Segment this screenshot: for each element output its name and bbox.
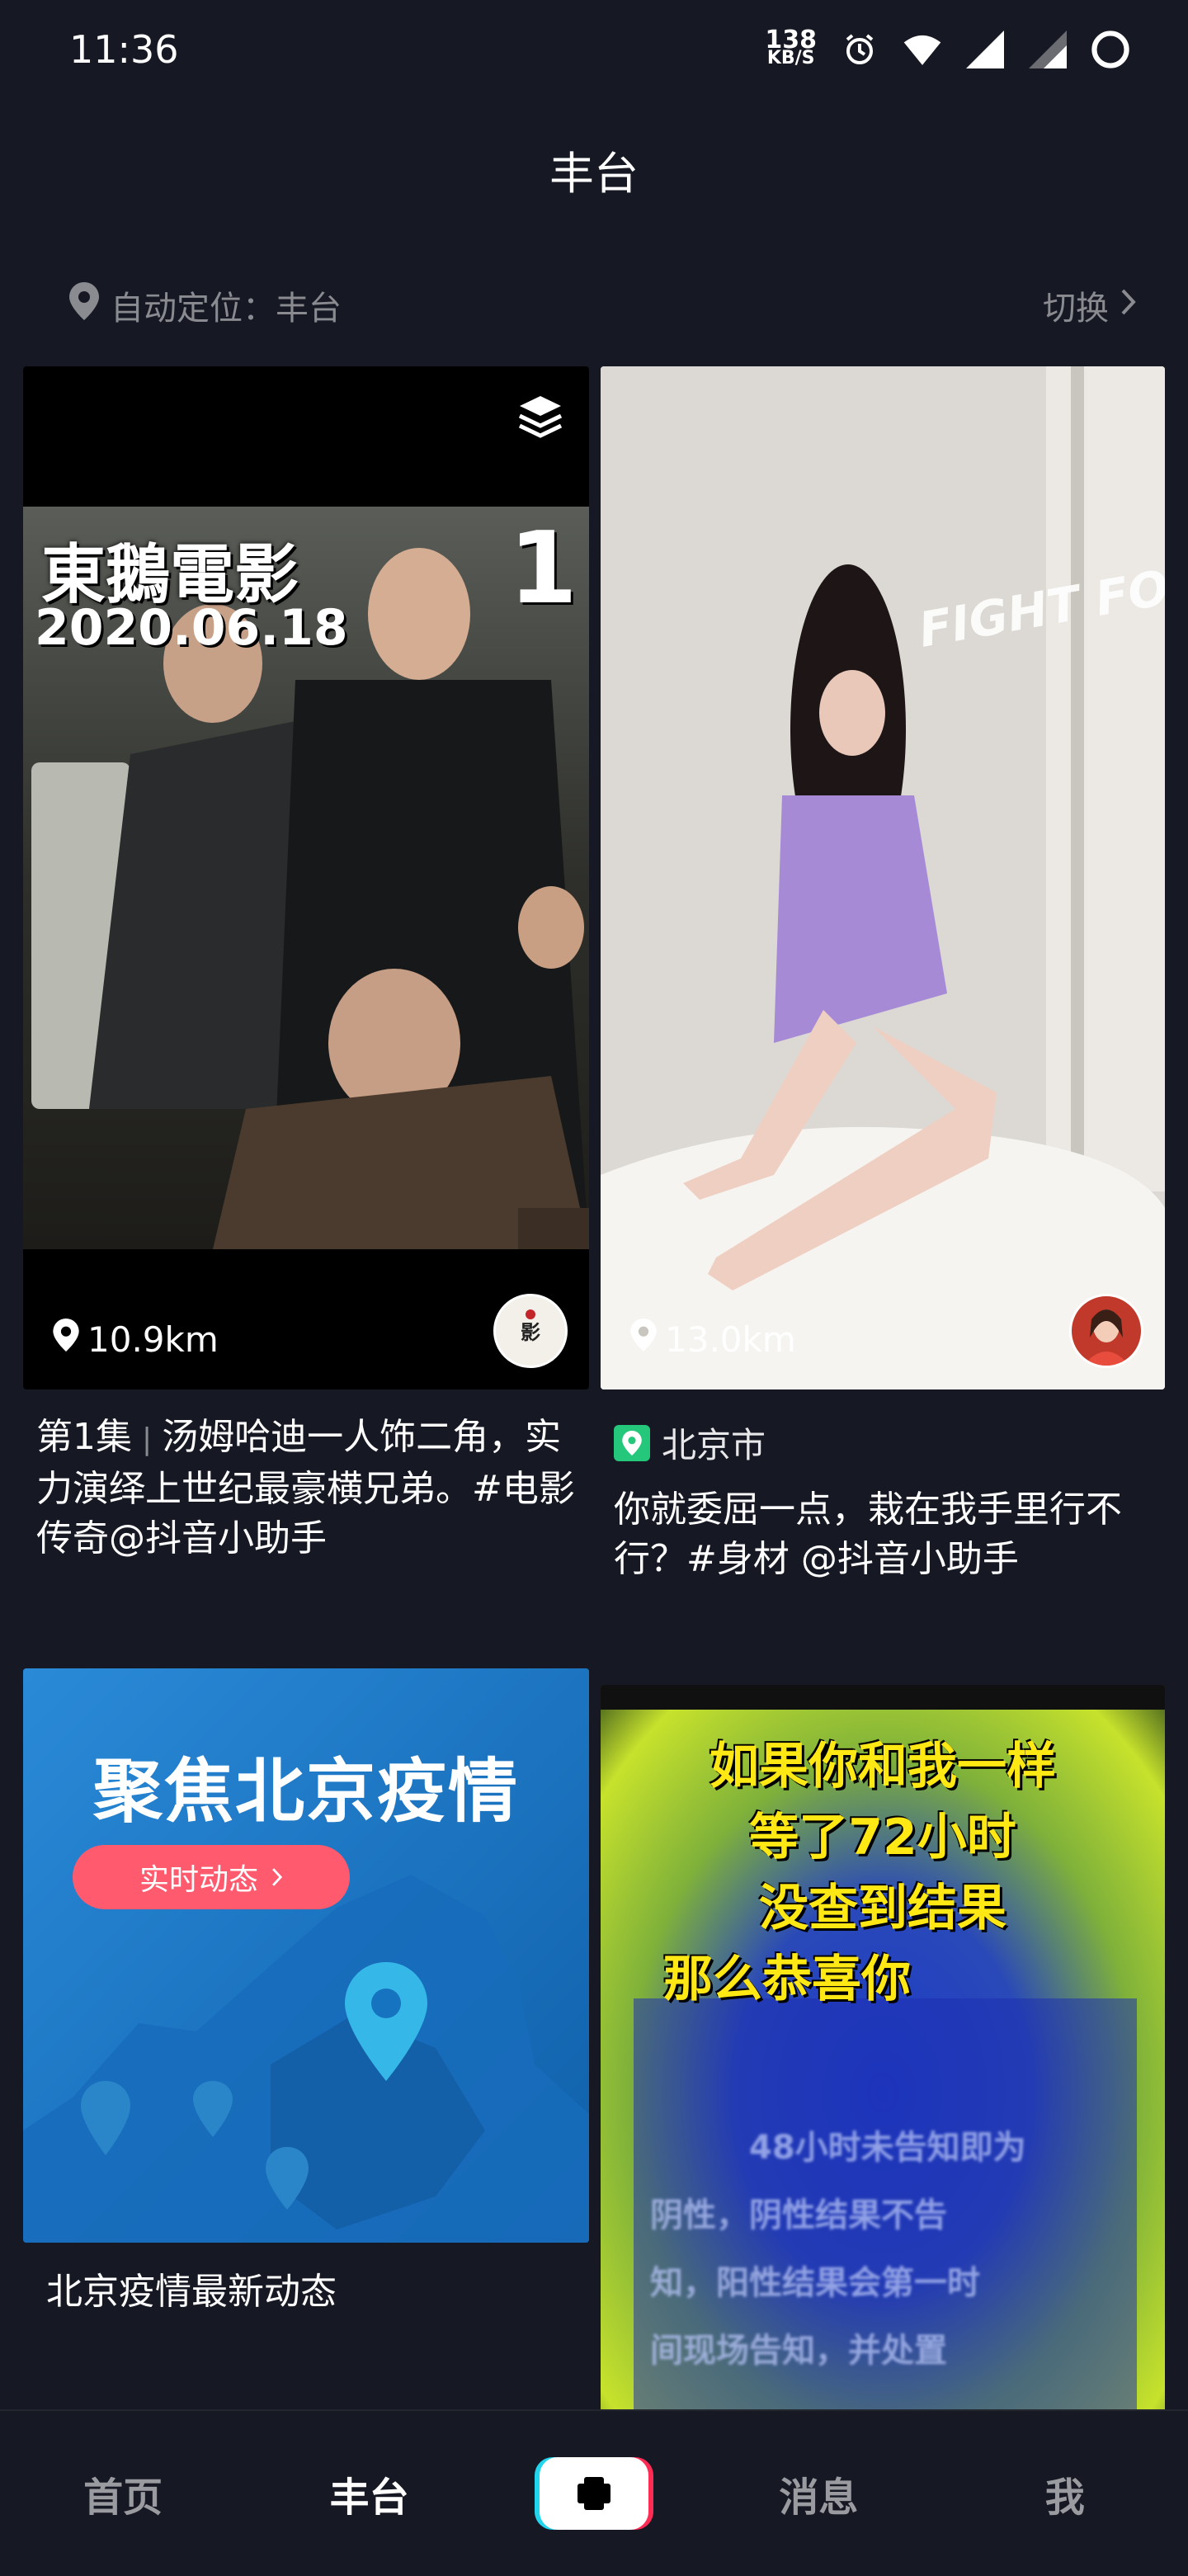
overlay-episode-number: 1	[508, 512, 578, 626]
tab-messages[interactable]: 消息	[736, 2465, 901, 2522]
location-pin-icon	[630, 1319, 657, 1360]
status-time: 11:36	[69, 27, 179, 72]
video-caption-2[interactable]: 你就委屈一点，栽在我手里行不行？#身材 @抖音小助手	[614, 1485, 1158, 1584]
episode-label: 第1集	[36, 1416, 132, 1458]
epidemic-banner-card[interactable]: 聚焦北京疫情 实时动态	[23, 1668, 589, 2243]
location-bar: 自动定位：丰台 切换	[69, 272, 1137, 338]
svg-text:影: 影	[521, 1320, 540, 1344]
wifi-icon	[903, 30, 942, 69]
banner-caption[interactable]: 北京疫情最新动态	[46, 2267, 574, 2317]
tab-home[interactable]: 首页	[40, 2465, 205, 2522]
status-bar: 11:36 138 KB/S	[0, 0, 1188, 99]
signal-icon-2	[1028, 30, 1068, 69]
tab-me[interactable]: 我	[983, 2465, 1148, 2522]
overlay-headline: 如果你和我一样 等了72小时 没查到结果 那么恭喜你	[663, 1738, 1056, 2008]
auto-location-label: 自动定位：丰台	[111, 290, 342, 328]
alarm-icon	[840, 30, 879, 69]
map-pin-icon	[614, 1424, 650, 1461]
video-thumbnail	[23, 366, 589, 1389]
distance-label: 10.9km	[53, 1319, 219, 1360]
chevron-right-icon	[271, 1861, 283, 1894]
tab-local[interactable]: 丰台	[287, 2465, 452, 2522]
plus-icon	[534, 2457, 653, 2530]
layers-icon	[516, 393, 564, 444]
chevron-right-icon	[1120, 286, 1137, 324]
video-card-2[interactable]: FIGHT FOR YOU RIGHT! 13.0km	[601, 366, 1165, 1389]
location-pin-icon	[53, 1319, 79, 1360]
author-avatar[interactable]	[1069, 1294, 1143, 1368]
video-card-4[interactable]: 如果你和我一样 等了72小时 没查到结果 那么恭喜你 48小时未告知即为 阴性，…	[601, 1685, 1165, 2427]
page-title: 丰台	[549, 147, 639, 200]
divider: |	[142, 1422, 153, 1456]
location-pin-icon	[69, 282, 99, 328]
video-thumbnail: FIGHT FOR YOU RIGHT!	[601, 366, 1165, 1389]
realtime-updates-button[interactable]: 实时动态	[73, 1845, 350, 1909]
distance-label: 13.0km	[630, 1319, 796, 1360]
banner-title: 聚焦北京疫情	[92, 1751, 519, 1832]
place-tag[interactable]: 北京市	[614, 1418, 766, 1468]
battery-icon	[1091, 30, 1130, 69]
overlay-date: 2020.06.18	[35, 599, 348, 657]
bottom-tab-bar: 首页 丰台 消息 我	[0, 2409, 1188, 2576]
signal-icon	[965, 30, 1005, 69]
video-card-1[interactable]: 東鵝電影 2020.06.18 1 10.9km 影	[23, 366, 589, 1389]
caption-text: 你就委屈一点，栽在我手里行不行？#身材 @抖音小助手	[614, 1489, 1122, 1580]
video-caption-1[interactable]: 第1集 | 汤姆哈迪一人饰二角，实力演绎上世纪最豪横兄弟。#电影传奇@抖音小助手	[36, 1413, 581, 1564]
author-avatar[interactable]: 影	[493, 1294, 568, 1368]
network-speed: 138 KB/S	[765, 26, 817, 68]
create-video-button[interactable]	[533, 2454, 655, 2533]
blurred-notice-text: 48小时未告知即为 阴性，阴性结果不告 知，阳性结果会第一时 间现场告知，并处置	[650, 2129, 1026, 2370]
switch-location-button[interactable]: 切换	[1043, 281, 1137, 329]
